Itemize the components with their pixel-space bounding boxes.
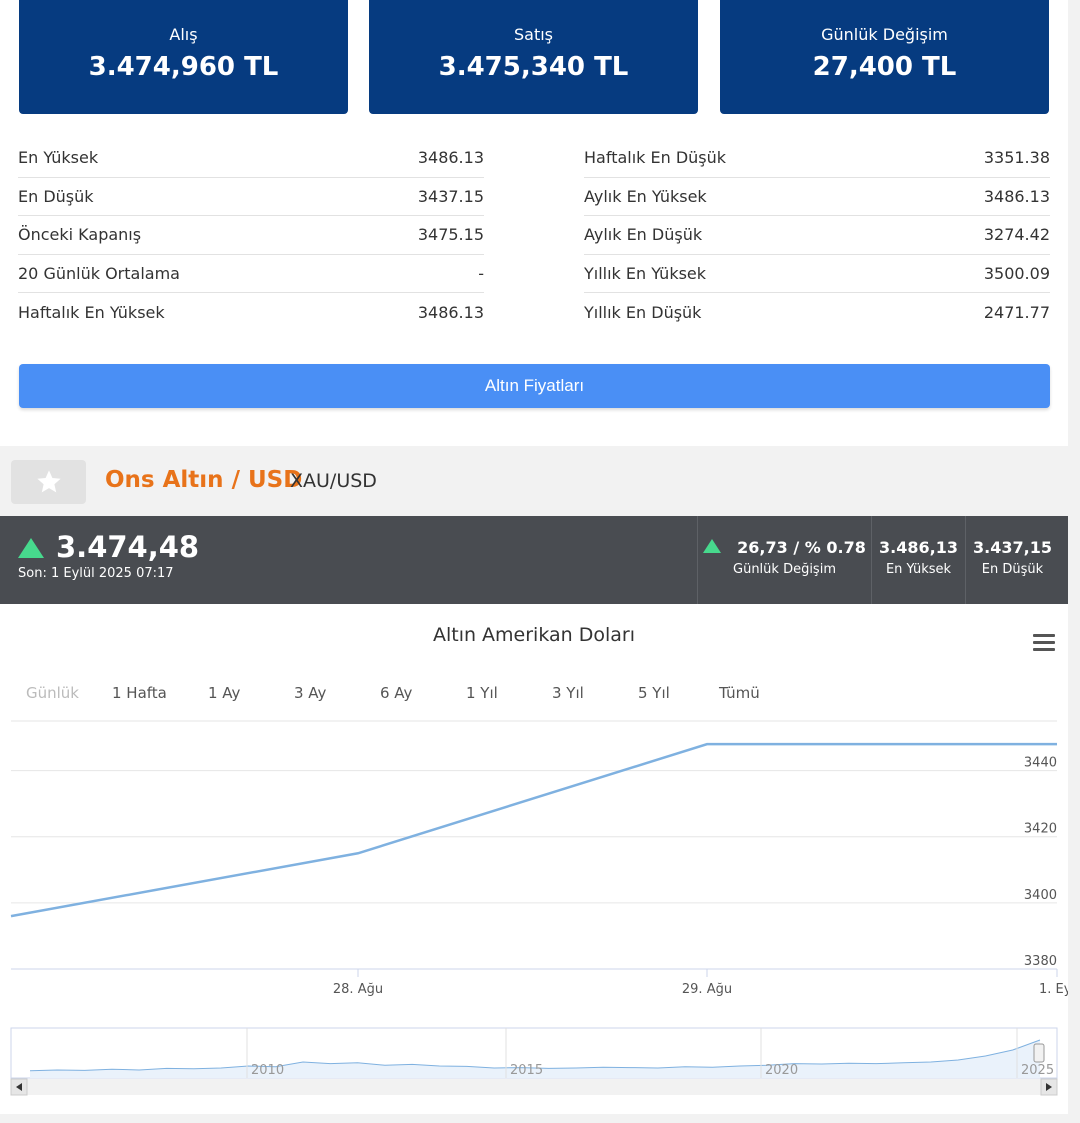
y-tick-label: 3400 bbox=[1024, 888, 1057, 903]
x-tick-label: 1. Eyl bbox=[1039, 982, 1068, 997]
y-tick-label: 3420 bbox=[1024, 822, 1057, 837]
stat-value: 3475.15 bbox=[417, 225, 484, 245]
stat-value: 3486.13 bbox=[417, 303, 484, 323]
star-icon bbox=[36, 470, 61, 493]
stats-right: Haftalık En Düşük 3351.38 Aylık En Yüksek… bbox=[584, 139, 1050, 332]
price-summary-panel: Alış 3.474,960 TL Satış 3.475,340 TL Gün… bbox=[0, 0, 1068, 446]
stat-row: Önceki Kapanış 3475.15 bbox=[18, 216, 484, 255]
buy-label: Alış bbox=[169, 25, 198, 44]
stat-label: Yıllık En Yüksek bbox=[584, 264, 707, 284]
stat-row: Aylık En Yüksek 3486.13 bbox=[584, 178, 1050, 217]
y-tick-label: 3380 bbox=[1024, 954, 1057, 969]
daily-change: 26,73 / % 0.78 bbox=[737, 538, 866, 557]
price-line-chart: 3380 3400 3420 3440 28. Ağu 29. Ağu 1. Eyl 2010… bbox=[10, 720, 1068, 1096]
stat-value: 3500.09 bbox=[983, 264, 1050, 284]
x-tick-label: 29. Ağu bbox=[682, 982, 732, 997]
navigator-year-label: 2025 bbox=[1021, 1063, 1054, 1078]
stat-label: Yıllık En Düşük bbox=[584, 303, 702, 323]
stat-value: 3351.38 bbox=[983, 148, 1050, 168]
daily-change-label: Günlük Değişim bbox=[821, 25, 948, 44]
stat-label: Haftalık En Düşük bbox=[584, 148, 727, 168]
stat-label: 20 Günlük Ortalama bbox=[18, 264, 180, 284]
stat-label: En Yüksek bbox=[18, 148, 99, 168]
daily-change-caption: Günlük Değişim bbox=[733, 562, 836, 577]
y-tick-label: 3440 bbox=[1024, 756, 1057, 771]
low-caption: En Düşük bbox=[981, 562, 1044, 577]
favorite-button[interactable] bbox=[11, 460, 86, 504]
high-value: 3.486,13 bbox=[879, 538, 958, 557]
stat-value: 3486.13 bbox=[983, 186, 1050, 206]
up-arrow-icon bbox=[703, 539, 722, 553]
sell-card: Satış 3.475,340 TL bbox=[369, 0, 698, 114]
stat-row: En Düşük 3437.15 bbox=[18, 178, 484, 217]
daily-change-segment: 26,73 / % 0.78 Günlük Değişim bbox=[697, 516, 871, 604]
instrument-symbol: XAU/USD bbox=[290, 470, 377, 492]
stats-left: En Yüksek 3486.13 En Düşük 3437.15 Önceki … bbox=[18, 139, 484, 332]
last-update: Son: 1 Eylül 2025 07:17 bbox=[18, 566, 174, 581]
high-segment: 3.486,13 En Yüksek bbox=[871, 516, 965, 604]
stat-value: 3274.42 bbox=[983, 225, 1050, 245]
stat-label: Aylık En Yüksek bbox=[584, 186, 707, 206]
current-price: 3.474,48 bbox=[56, 530, 200, 564]
stat-label: Aylık En Düşük bbox=[584, 225, 703, 245]
high-caption: En Yüksek bbox=[885, 562, 952, 577]
low-segment: 3.437,15 En Düşük bbox=[965, 516, 1059, 604]
quote-bar: 3.474,48 Son: 1 Eylül 2025 07:17 26,73 /… bbox=[0, 516, 1068, 604]
stat-row: Yıllık En Yüksek 3500.09 bbox=[584, 255, 1050, 294]
stat-label: Haftalık En Yüksek bbox=[18, 303, 165, 323]
low-value: 3.437,15 bbox=[973, 538, 1052, 557]
stat-row: Haftalık En Yüksek 3486.13 bbox=[18, 293, 484, 332]
x-tick-label: 28. Ağu bbox=[333, 982, 383, 997]
daily-change-value: 27,400 TL bbox=[812, 52, 957, 82]
price-series-line bbox=[10, 742, 1057, 918]
stat-value: - bbox=[478, 264, 484, 284]
stat-row: Aylık En Düşük 3274.42 bbox=[584, 216, 1050, 255]
navigator-year-label: 2015 bbox=[510, 1063, 543, 1078]
navigator-year-label: 2020 bbox=[765, 1063, 798, 1078]
stat-value: 3486.13 bbox=[417, 148, 484, 168]
stat-row: Haftalık En Düşük 3351.38 bbox=[584, 139, 1050, 178]
up-arrow-icon bbox=[18, 538, 44, 558]
sell-value: 3.475,340 TL bbox=[438, 52, 629, 82]
gold-prices-button[interactable]: Altın Fiyatları bbox=[19, 364, 1050, 408]
sell-label: Satış bbox=[513, 25, 553, 44]
chart-panel: Altın Amerikan Doları Günlük 1 Hafta 1 A… bbox=[0, 604, 1068, 1114]
stat-label: En Düşük bbox=[18, 186, 94, 206]
buy-value: 3.474,960 TL bbox=[88, 52, 279, 82]
stat-label: Önceki Kapanış bbox=[18, 225, 142, 245]
stat-value: 2471.77 bbox=[983, 303, 1050, 323]
daily-change-card: Günlük Değişim 27,400 TL bbox=[720, 0, 1049, 114]
scrollbar-track bbox=[11, 1079, 1057, 1095]
navigator-handle bbox=[1033, 1043, 1045, 1063]
buy-card: Alış 3.474,960 TL bbox=[19, 0, 348, 114]
stat-row: En Yüksek 3486.13 bbox=[18, 139, 484, 178]
stat-row: 20 Günlük Ortalama - bbox=[18, 255, 484, 294]
navigator-year-label: 2010 bbox=[251, 1063, 284, 1078]
stat-value: 3437.15 bbox=[417, 186, 484, 206]
stat-row: Yıllık En Düşük 2471.77 bbox=[584, 293, 1050, 332]
instrument-title: Ons Altın / USD bbox=[105, 467, 303, 493]
